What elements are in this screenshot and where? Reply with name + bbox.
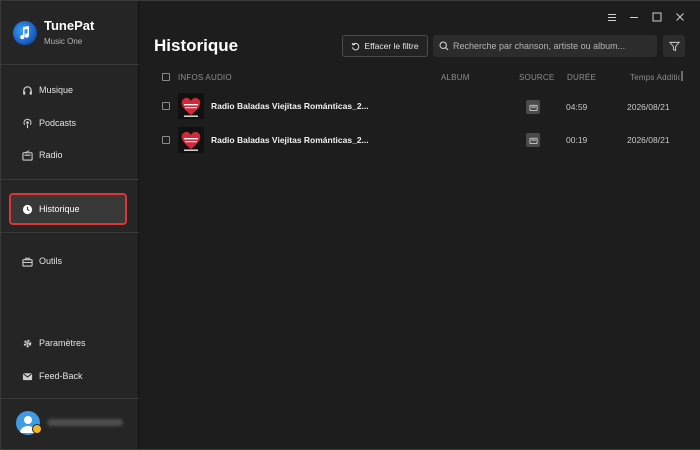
sidebar-item-label: Musique <box>39 85 74 95</box>
clear-filter-label: Effacer le filtre <box>364 41 419 51</box>
mail-icon <box>21 370 33 382</box>
search-box <box>433 35 657 57</box>
sidebar: TunePat Music One Musique Podcasts Radio <box>1 1 139 449</box>
app-name: TunePat <box>44 18 95 33</box>
sidebar-divider <box>1 179 139 180</box>
row-checkbox[interactable] <box>162 136 170 144</box>
app-window: TunePat Music One Musique Podcasts Radio <box>0 0 700 450</box>
track-duration: 00:19 <box>566 135 588 145</box>
track-added-date: 2026/08/21 <box>627 135 670 145</box>
headphones-icon <box>21 84 33 96</box>
sidebar-item-label: Podcasts <box>39 118 77 128</box>
app-subtitle: Music One <box>44 37 83 46</box>
search-input[interactable] <box>453 41 653 51</box>
username-redacted <box>47 419 123 426</box>
sidebar-item-podcasts[interactable]: Podcasts <box>11 109 125 137</box>
minimize-icon[interactable] <box>627 10 641 24</box>
sidebar-divider <box>1 398 139 399</box>
sidebar-item-label: Paramètres <box>39 338 86 348</box>
reset-icon <box>351 42 360 51</box>
sidebar-item-label: Feed-Back <box>39 371 83 381</box>
filter-button[interactable] <box>663 35 685 57</box>
column-header-info: INFOS AUDIO <box>178 73 232 82</box>
radio-icon <box>21 149 33 161</box>
sidebar-item-outils[interactable]: Outils <box>11 247 125 275</box>
toolbox-icon <box>21 255 33 267</box>
premium-badge-icon <box>32 424 42 434</box>
sidebar-item-label: Historique <box>39 204 80 214</box>
track-added-date: 2026/08/21 <box>627 102 670 112</box>
sidebar-item-feedback[interactable]: Feed-Back <box>11 362 125 390</box>
sidebar-divider <box>1 64 139 65</box>
track-thumbnail <box>178 93 204 119</box>
tunepat-logo-icon <box>13 21 37 45</box>
page-title: Historique <box>154 36 239 55</box>
clear-filter-button[interactable]: Effacer le filtre <box>342 35 428 57</box>
filter-icon <box>668 41 680 51</box>
clock-icon <box>21 203 33 215</box>
radio-source-icon <box>526 100 540 114</box>
search-icon <box>439 41 449 51</box>
track-duration: 04:59 <box>566 102 588 112</box>
close-icon[interactable] <box>673 10 687 24</box>
column-header-album: ALBUM <box>441 73 470 82</box>
maximize-icon[interactable] <box>650 10 664 24</box>
menu-icon[interactable] <box>605 10 619 24</box>
track-title: Radio Baladas Viejitas Románticas_2... <box>211 101 369 111</box>
radio-source-icon <box>526 133 540 147</box>
brand: TunePat Music One <box>13 18 94 48</box>
column-header-added: Temps Addition <box>630 73 680 82</box>
gear-icon <box>21 337 33 349</box>
select-all-checkbox[interactable] <box>162 73 170 81</box>
sidebar-item-parametres[interactable]: Paramètres <box>11 329 125 357</box>
column-header-duration: DURÉE <box>567 73 597 82</box>
column-header-source: SOURCE <box>519 73 555 82</box>
sidebar-item-historique[interactable]: Historique <box>9 193 127 225</box>
sidebar-item-label: Outils <box>39 256 63 266</box>
track-title: Radio Baladas Viejitas Románticas_2... <box>211 135 369 145</box>
table-scrollbar[interactable] <box>680 69 684 81</box>
main-content: Historique Effacer le filtre INFOS AUDIO… <box>140 1 700 449</box>
track-thumbnail <box>178 127 204 153</box>
sidebar-item-radio[interactable]: Radio <box>11 141 125 169</box>
sidebar-item-label: Radio <box>39 150 63 160</box>
sidebar-item-musique[interactable]: Musique <box>11 76 125 104</box>
podcast-icon <box>21 117 33 129</box>
sidebar-divider <box>1 232 139 233</box>
row-checkbox[interactable] <box>162 102 170 110</box>
